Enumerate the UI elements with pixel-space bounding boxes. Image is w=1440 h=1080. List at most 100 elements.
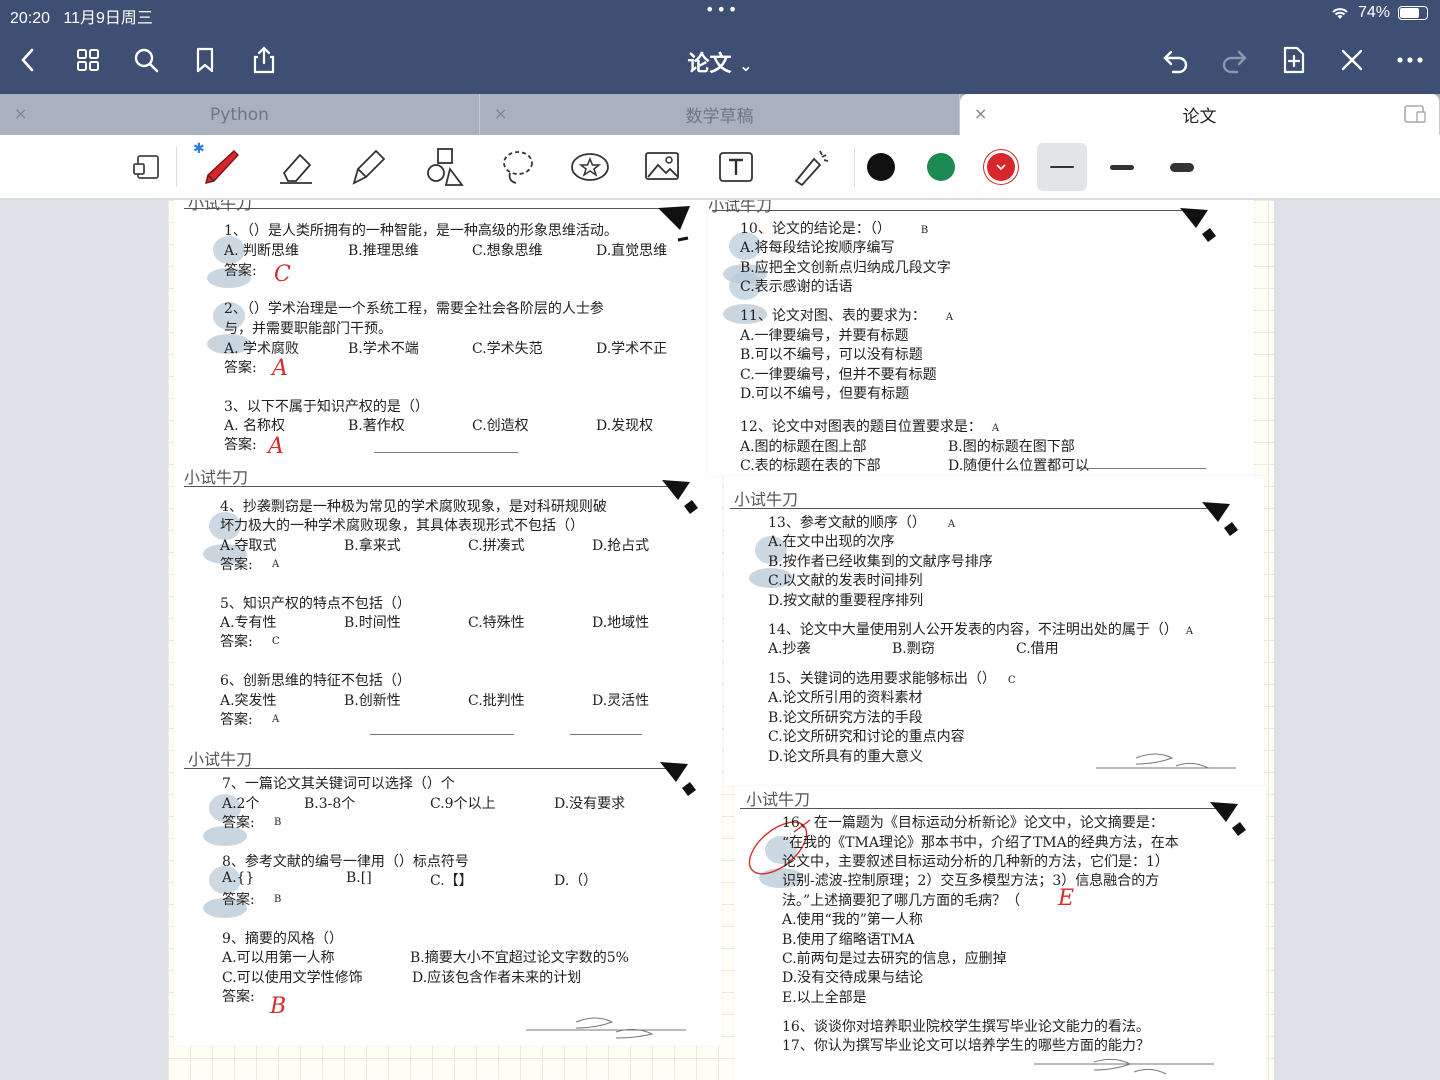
answer-label: 答案: [220,557,253,573]
tab-label: 数学草稿 [685,107,754,127]
wave-decoration [526,1017,686,1039]
close-tab-icon[interactable]: × [974,104,987,123]
section-title: 小试牛刀 [188,750,253,769]
highlighter-icon[interactable] [346,143,394,191]
question-8: 8、参考文献的编号一律用（）标点符号 [222,854,469,870]
lasso-icon[interactable] [494,143,542,191]
option-d: D.论文所具有的重大意义 [768,749,924,765]
note-canvas[interactable]: 小试牛刀 1、（）是人类所拥有的一种智能，是一种高级的形象思维活动。 A. 判断… [0,200,1440,1080]
option-c: C.特殊性 [468,615,525,631]
tab-math-draft[interactable]: × 数学草稿 [480,94,960,135]
color-black-swatch[interactable] [867,153,895,181]
option-a: A.可以用第一人称 [222,950,335,966]
question-4: 4、抄袭剽窃是一种极为常见的学术腐败现象，是对科研规则破 [220,499,607,515]
option-d: D.直觉思维 [596,243,668,259]
option-b: B.推理思维 [348,243,419,259]
tab-python[interactable]: × Python [0,94,480,135]
option-b: B.应把全文创新点归纳成几段文字 [740,260,951,276]
option-d: D.（） [554,873,598,889]
option-b: B.剽窃 [892,641,935,657]
option-c: C.创造权 [472,418,529,434]
color-red-swatch[interactable] [987,153,1015,181]
handwritten-answer: A [268,434,284,459]
option-a: A.{} [222,870,255,886]
status-bar: 20:20 11月9日周三 ••• 74% [0,0,1440,28]
text-tool-icon[interactable] [712,143,760,191]
stroke-medium-button[interactable] [1097,143,1147,191]
option-c: C.可以使用文学性修饰 [222,970,363,986]
question-12: 12、论文中对图表的题目位置要求是： A [740,419,1000,435]
pen-tool-icon[interactable] [198,143,246,191]
option-a: A. 学术腐败 [224,341,300,357]
shapes-icon[interactable] [420,143,468,191]
grid-paper[interactable]: 小试牛刀 1、（）是人类所拥有的一种智能，是一种高级的形象思维活动。 A. 判断… [168,200,1274,1080]
question-11: 11、论文对图、表的要求为： A [740,308,954,324]
more-icon[interactable] [1392,42,1428,78]
answer-label: 答案: [222,892,255,908]
option-c: C.拼凑式 [468,538,525,554]
answer-label: 答案: [220,712,253,728]
option-b: B.摘要大小不宜超过论文字数的5% [410,950,629,966]
question-2-cont: 与，并需要职能部门干预。 [224,321,392,337]
sticker-icon[interactable] [566,143,614,191]
redo-icon[interactable] [1216,42,1252,78]
question-13: 13、参考文献的顺序（） A [768,515,956,531]
option-b: B.[] [346,870,372,886]
option-a: A.突发性 [220,693,277,709]
answer-label: 答案: [222,815,255,831]
answer-label: 答案: [220,634,253,650]
close-tab-icon[interactable]: × [494,104,507,123]
brush-corner-icon [658,206,690,242]
answer-label: 答案: [224,263,257,279]
undo-icon[interactable] [1158,42,1194,78]
multitask-dots[interactable]: ••• [705,0,739,19]
option-b: B.创新性 [344,693,401,709]
brush-corner-icon [660,762,696,796]
option-d: D.没有要求 [554,796,626,812]
handwritten-answer: C [274,262,291,287]
question-2: 2、（）学术治理是一个系统工程，需要全社会各阶层的人士参 [224,301,604,317]
option-b: B.按作者已经收集到的文献序号排序 [768,554,993,570]
chevron-down-icon [996,164,1006,171]
option-a: A.一律要编号，并要有标题 [740,328,909,344]
option-a: A.夺取式 [220,538,277,554]
answer-value: B [274,817,282,828]
chevron-down-icon[interactable]: ⌄ [739,56,752,75]
stroke-thick-button[interactable] [1157,143,1207,191]
option-b: B.学术不端 [348,341,419,357]
question-essay-17: 17、你认为撰写毕业论文可以培养学生的哪些方面的能力？ [782,1038,1150,1054]
color-green-swatch[interactable] [927,153,955,181]
option-c: C.想象思维 [472,243,543,259]
answer-label: 答案: [224,437,257,453]
option-d: D.地域性 [592,615,650,631]
handwritten-answer: A [272,356,288,381]
image-icon[interactable] [638,143,686,191]
split-view-icon[interactable] [1403,104,1427,124]
laser-pointer-icon[interactable] [786,143,834,191]
section-title: 小试牛刀 [188,200,253,213]
question-16: 16、在一篇题为《目标运动分析新论》论文中，论文摘要是： [782,815,1164,831]
tab-bar: × Python × 数学草稿 × 论文 [0,94,1440,135]
stroke-thin-button[interactable] [1037,143,1087,191]
eraser-icon[interactable] [272,143,320,191]
wifi-icon [1332,8,1348,19]
question-1: 1、（）是人类所拥有的一种智能，是一种高级的形象思维活动。 [224,223,618,239]
option-c: C.以文献的发表时间排列 [768,573,923,589]
option-d: D.随便什么位置都可以 [948,458,1090,474]
tab-thesis[interactable]: × 论文 [960,94,1440,135]
question-10: 10、论文的结论是：（） B [740,221,929,237]
close-pen-icon[interactable] [1334,42,1370,78]
option-c: C.表示感谢的话语 [740,279,853,295]
nav-bar: 论文 ⌄ [0,28,1440,94]
add-page-icon[interactable] [1276,42,1312,78]
section-title: 小试牛刀 [708,200,773,215]
option-c: C.借用 [1016,641,1059,657]
tab-label: 论文 [1182,107,1217,127]
option-a: A.将每段结论按顺序编写 [740,240,895,256]
section-title: 小试牛刀 [184,468,249,487]
read-mode-icon[interactable] [124,143,172,191]
option-a: A.专有性 [220,615,277,631]
close-tab-icon[interactable]: × [14,104,27,123]
option-e: E.以上全部是 [782,990,867,1006]
question-3: 3、以下不属于知识产权的是（） [224,399,429,415]
